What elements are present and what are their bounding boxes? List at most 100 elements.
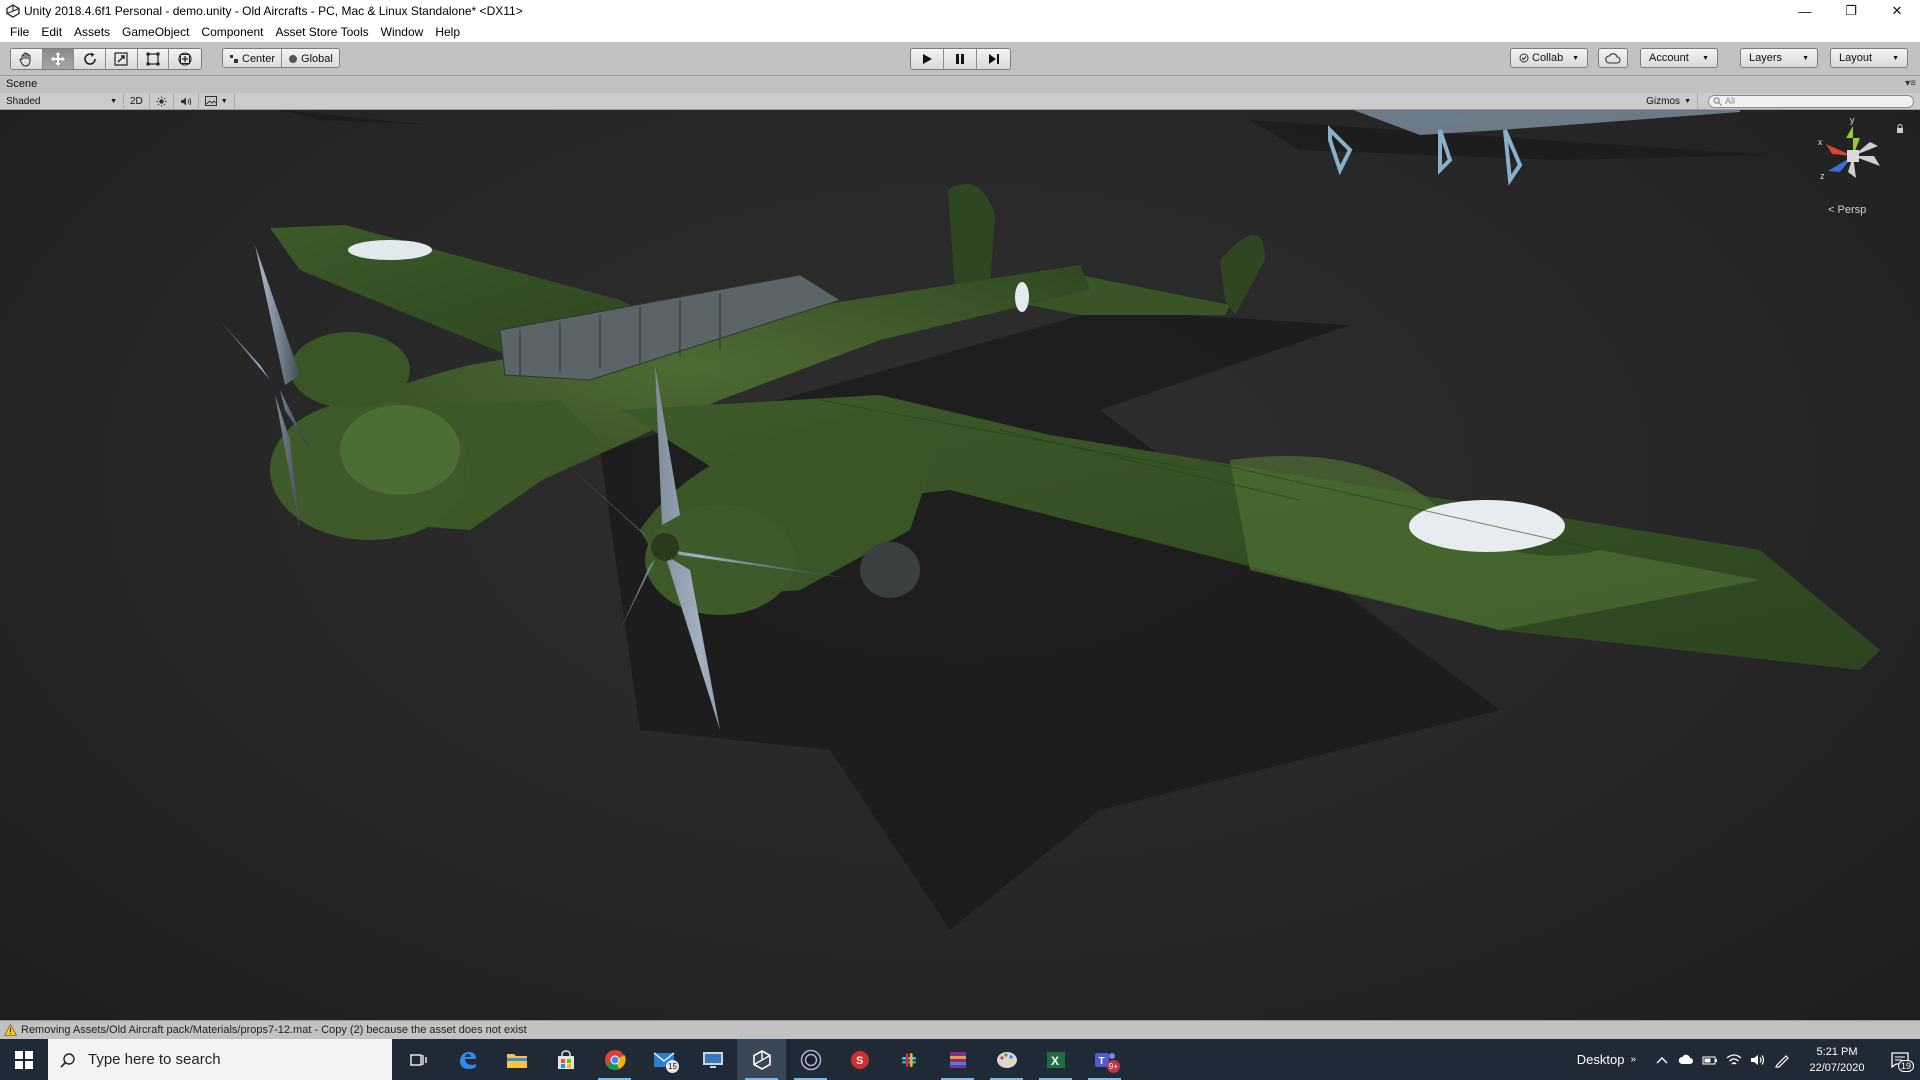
scene-lighting-toggle[interactable] <box>150 92 174 110</box>
menu-help[interactable]: Help <box>429 22 466 42</box>
window-title: Unity 2018.4.6f1 Personal - demo.unity -… <box>24 4 523 18</box>
taskbar-search-placeholder: Type here to search <box>88 1051 221 1068</box>
rotate-icon <box>83 52 96 65</box>
svg-text:T: T <box>1098 1056 1104 1067</box>
move-arrows-icon <box>51 52 65 66</box>
step-icon <box>988 54 999 64</box>
start-button[interactable] <box>0 1039 48 1080</box>
axis-gizmo-icon: y x z <box>1818 115 1880 181</box>
shading-mode-dropdown[interactable]: Shaded ▼ <box>0 92 124 110</box>
desktop-toolbar-chevron-icon[interactable]: » <box>1630 1054 1636 1065</box>
taskbar-cinema4d[interactable] <box>786 1039 835 1080</box>
menu-bar: File Edit Assets GameObject Component As… <box>0 22 1920 42</box>
search-icon <box>1713 97 1722 106</box>
hand-tool-button[interactable] <box>11 49 43 69</box>
move-tool-button[interactable] <box>42 49 75 69</box>
desktop-toolbar-label[interactable]: Desktop <box>1577 1052 1625 1067</box>
scene-search-input[interactable]: All <box>1708 95 1914 108</box>
transform-tool-button[interactable] <box>169 49 201 69</box>
unity-logo-icon <box>6 4 20 18</box>
rotate-tool-button[interactable] <box>74 49 107 69</box>
show-hidden-icons-button[interactable] <box>1650 1039 1674 1080</box>
taskbar-chrome[interactable] <box>590 1039 639 1080</box>
layout-dropdown[interactable]: Layout ▼ <box>1830 48 1908 68</box>
menu-file[interactable]: File <box>4 22 35 42</box>
battery-icon <box>1702 1056 1717 1064</box>
scene-audio-toggle[interactable] <box>174 92 199 110</box>
taskbar-remote-desktop[interactable] <box>688 1039 737 1080</box>
teams-badge: 9+ <box>1106 1060 1120 1073</box>
tab-scene[interactable]: Scene <box>0 76 44 93</box>
action-center-button[interactable]: 19 <box>1880 1039 1920 1080</box>
menu-asset-store-tools[interactable]: Asset Store Tools <box>269 22 374 42</box>
taskbar-store[interactable] <box>541 1039 590 1080</box>
toggle-2d-label: 2D <box>130 95 143 107</box>
play-icon <box>923 54 932 64</box>
tray-pen[interactable] <box>1770 1039 1794 1080</box>
taskbar-substance[interactable]: S <box>835 1039 884 1080</box>
menu-window[interactable]: Window <box>375 22 430 42</box>
minimize-button[interactable]: — <box>1782 0 1828 22</box>
account-dropdown[interactable]: Account ▼ <box>1640 48 1718 68</box>
paint-palette-icon <box>996 1051 1017 1068</box>
pivot-center-label: Center <box>242 53 276 65</box>
taskbar-excel[interactable]: X <box>1031 1039 1080 1080</box>
taskbar-edge[interactable] <box>443 1039 492 1080</box>
scene-orientation-gizmo[interactable]: y x z < Persp <box>1808 115 1903 216</box>
lock-icon[interactable] <box>1896 124 1904 133</box>
tray-onedrive[interactable] <box>1674 1039 1698 1080</box>
status-bar[interactable]: Removing Assets/Old Aircraft pack/Materi… <box>0 1020 1920 1039</box>
taskbar-paint[interactable] <box>982 1039 1031 1080</box>
pause-button[interactable] <box>944 49 977 69</box>
taskbar-slack[interactable] <box>884 1039 933 1080</box>
close-button[interactable]: ✕ <box>1874 0 1920 22</box>
taskbar-unity[interactable] <box>737 1039 786 1080</box>
windows-logo-icon <box>15 1050 33 1069</box>
pivot-center-toggle[interactable]: Center <box>223 49 283 67</box>
taskbar-mail[interactable]: 15 <box>639 1039 688 1080</box>
aircraft-scene-render <box>215 110 1880 930</box>
play-button[interactable] <box>911 49 944 69</box>
pivot-global-toggle[interactable]: Global <box>282 49 339 67</box>
taskbar-search-input[interactable]: Type here to search <box>48 1039 392 1080</box>
taskbar-clock[interactable]: 5:21 PM 22/07/2020 <box>1794 1044 1880 1076</box>
task-view-button[interactable] <box>394 1039 443 1080</box>
panel-menu-icon[interactable]: ▾≡ <box>1905 78 1916 89</box>
toggle-2d-button[interactable]: 2D <box>124 92 150 110</box>
menu-component[interactable]: Component <box>195 22 269 42</box>
account-label: Account <box>1649 52 1689 64</box>
tray-wifi[interactable] <box>1722 1039 1746 1080</box>
tray-volume[interactable] <box>1746 1039 1770 1080</box>
menu-edit[interactable]: Edit <box>35 22 68 42</box>
taskbar-winrar[interactable] <box>933 1039 982 1080</box>
layers-label: Layers <box>1749 52 1783 64</box>
status-message: Removing Assets/Old Aircraft pack/Materi… <box>21 1024 527 1036</box>
projection-toggle[interactable]: < Persp <box>1828 204 1866 216</box>
scene-viewport[interactable]: y x z < Persp <box>0 110 1920 1020</box>
scene-effects-dropdown[interactable]: ▼ <box>199 92 235 110</box>
step-button[interactable] <box>977 49 1010 69</box>
cloud-button[interactable] <box>1598 48 1628 68</box>
chevron-down-icon: ▼ <box>1702 54 1709 62</box>
axis-x-label: x <box>1818 137 1823 147</box>
scale-tool-button[interactable] <box>106 49 138 69</box>
menu-gameobject[interactable]: GameObject <box>116 22 195 42</box>
rect-transform-icon <box>146 52 160 66</box>
taskbar-apps: 15 S X T 9+ <box>394 1039 1129 1080</box>
transform-tools <box>10 48 202 70</box>
taskbar-teams[interactable]: T 9+ <box>1080 1039 1129 1080</box>
tray-battery[interactable] <box>1698 1039 1722 1080</box>
rect-tool-button[interactable] <box>137 49 170 69</box>
menu-assets[interactable]: Assets <box>68 22 116 42</box>
collab-dropdown[interactable]: Collab ▼ <box>1510 48 1588 68</box>
speaker-icon <box>180 97 191 105</box>
cloud-icon <box>1605 52 1621 64</box>
taskbar-file-explorer[interactable] <box>492 1039 541 1080</box>
projection-label: Persp <box>1837 204 1867 216</box>
restore-button[interactable]: ❐ <box>1828 0 1874 22</box>
store-bag-icon <box>557 1049 574 1069</box>
clock-time: 5:21 PM <box>1816 1045 1858 1058</box>
volume-icon <box>1751 1054 1765 1065</box>
gizmos-dropdown[interactable]: Gizmos ▼ <box>1640 93 1698 110</box>
layers-dropdown[interactable]: Layers ▼ <box>1740 48 1818 68</box>
